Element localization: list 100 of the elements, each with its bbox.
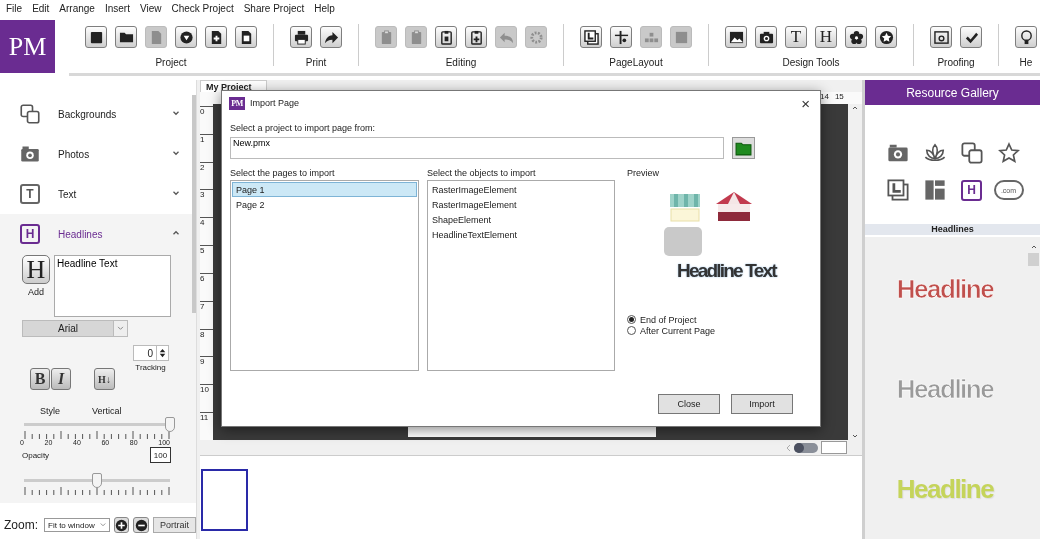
menu-item[interactable]: View — [139, 2, 162, 14]
radio-button[interactable] — [627, 326, 636, 335]
close-button[interactable]: × — [791, 94, 820, 112]
list-label: Select the objects to import — [427, 168, 537, 178]
list-item[interactable]: HeadlineTextElement — [429, 227, 613, 242]
stacked-pages-icon — [886, 179, 909, 202]
italic-button[interactable]: I — [51, 368, 71, 390]
image-icon — [728, 29, 744, 45]
list-item[interactable]: ShapeElement — [429, 212, 613, 227]
group-label: Proofing — [937, 57, 975, 68]
menu-item[interactable]: Help — [314, 2, 335, 14]
tool-button[interactable] — [175, 26, 197, 48]
tool-button[interactable] — [960, 26, 982, 48]
ruler-number: 8 — [200, 329, 205, 339]
star-circle-icon — [878, 29, 894, 45]
section-label[interactable]: Backgrounds — [58, 108, 171, 120]
overlapping-squares-icon — [20, 104, 40, 124]
zoom-out-button[interactable] — [133, 517, 149, 533]
opacity-value-field[interactable]: 100 — [150, 447, 171, 463]
slider-thumb[interactable] — [165, 417, 175, 432]
zoom-dropdown[interactable]: Fit to window — [44, 518, 110, 532]
tool-button[interactable] — [755, 26, 777, 48]
add-headline-button[interactable]: H — [22, 255, 50, 284]
tool-button[interactable] — [1015, 26, 1037, 48]
ruler-number: 5 — [200, 246, 205, 256]
page-thumbnail[interactable] — [201, 469, 248, 531]
list-item[interactable]: Page 1 — [232, 182, 417, 197]
menu-item[interactable]: Share Project — [243, 2, 305, 14]
ruler-number: 7 — [200, 301, 205, 311]
tool-button[interactable] — [320, 26, 342, 48]
category-icon[interactable]: H — [961, 179, 982, 201]
font-dropdown[interactable]: Arial — [22, 320, 128, 337]
vertical-text-button[interactable]: H↓ — [94, 368, 115, 390]
tool-button[interactable] — [845, 26, 867, 48]
letter-icon: T — [20, 184, 40, 204]
share-arrow-icon — [323, 29, 339, 45]
radio-button[interactable] — [627, 315, 636, 324]
eye-box-icon — [933, 29, 949, 45]
radio-label[interactable]: End of Project — [640, 314, 697, 325]
layers-icon — [583, 29, 599, 45]
gear-icon — [528, 29, 544, 45]
tool-button[interactable] — [85, 26, 107, 48]
list-item[interactable]: RasterImageElement — [429, 197, 613, 212]
pages-list[interactable]: Page 1 Page 2 — [230, 180, 419, 371]
tool-button[interactable] — [930, 26, 952, 48]
tool-button[interactable] — [205, 26, 227, 48]
tool-button[interactable] — [725, 26, 747, 48]
camera-icon — [20, 144, 40, 164]
close-button[interactable]: Close — [658, 394, 720, 414]
tool-button[interactable] — [290, 26, 312, 48]
headline-text-field[interactable]: Headline Text — [54, 255, 171, 317]
list-item[interactable]: Page 2 — [232, 197, 417, 212]
tent-drawing — [715, 190, 753, 222]
tool-button[interactable] — [580, 26, 602, 48]
zoom-in-button[interactable] — [113, 517, 130, 533]
section-label[interactable]: Photos — [58, 148, 171, 160]
tool-button[interactable] — [115, 26, 137, 48]
browse-folder-button[interactable] — [732, 137, 755, 159]
tool-button[interactable] — [465, 26, 487, 48]
tool-button[interactable] — [610, 26, 632, 48]
menu-item[interactable]: Check Project — [171, 2, 234, 14]
add-label: Add — [28, 287, 44, 297]
scrollbar-thumb[interactable] — [1028, 253, 1039, 266]
tool-button[interactable] — [235, 26, 257, 48]
portrait-button[interactable]: Portrait — [153, 517, 196, 533]
toggle-switch[interactable] — [794, 442, 818, 453]
frame-icon — [673, 29, 689, 45]
opacity-label: Opacity — [22, 450, 50, 460]
plus-icon — [115, 518, 128, 532]
tool-button[interactable] — [875, 26, 897, 48]
bold-button[interactable]: B — [30, 368, 50, 390]
objects-list[interactable]: RasterImageElement RasterImageElement ShapeElement HeadlineTextElement — [427, 180, 615, 371]
radio-label[interactable]: After Current Page — [640, 325, 716, 336]
section-label[interactable]: Headlines — [58, 228, 171, 240]
letter-icon: H — [20, 224, 40, 244]
field-label: Select a project to import page from: — [230, 123, 377, 133]
menu-item[interactable]: Arrange — [59, 2, 95, 14]
tool-button[interactable] — [435, 26, 457, 48]
ruler-number: 11 — [200, 413, 209, 423]
menu-item[interactable]: Edit — [32, 2, 50, 14]
flower-icon — [848, 29, 864, 45]
group-label: Editing — [445, 57, 477, 68]
camera-icon — [758, 29, 774, 45]
menu-item[interactable]: Insert — [104, 2, 130, 14]
scrollbar-thumb[interactable] — [192, 95, 196, 313]
layout-blocks-icon — [923, 179, 946, 202]
ruler-number: 2 — [200, 162, 205, 172]
clipboard-plus-icon — [468, 29, 484, 45]
project-file-field[interactable]: New.pmx — [230, 137, 724, 159]
tool-button[interactable]: T — [785, 26, 807, 48]
import-button[interactable]: Import — [731, 394, 793, 414]
slider-thumb[interactable] — [92, 473, 102, 488]
section-label[interactable]: Text — [58, 188, 171, 200]
chevron-up-icon — [851, 104, 859, 112]
list-item[interactable]: RasterImageElement — [429, 182, 613, 197]
tool-button[interactable]: H — [815, 26, 837, 48]
guide-icon — [613, 29, 629, 45]
menu-item[interactable]: File — [6, 2, 23, 14]
tracking-spinner[interactable]: 0 — [133, 345, 169, 361]
headline-sample[interactable]: Headline — [896, 273, 994, 305]
